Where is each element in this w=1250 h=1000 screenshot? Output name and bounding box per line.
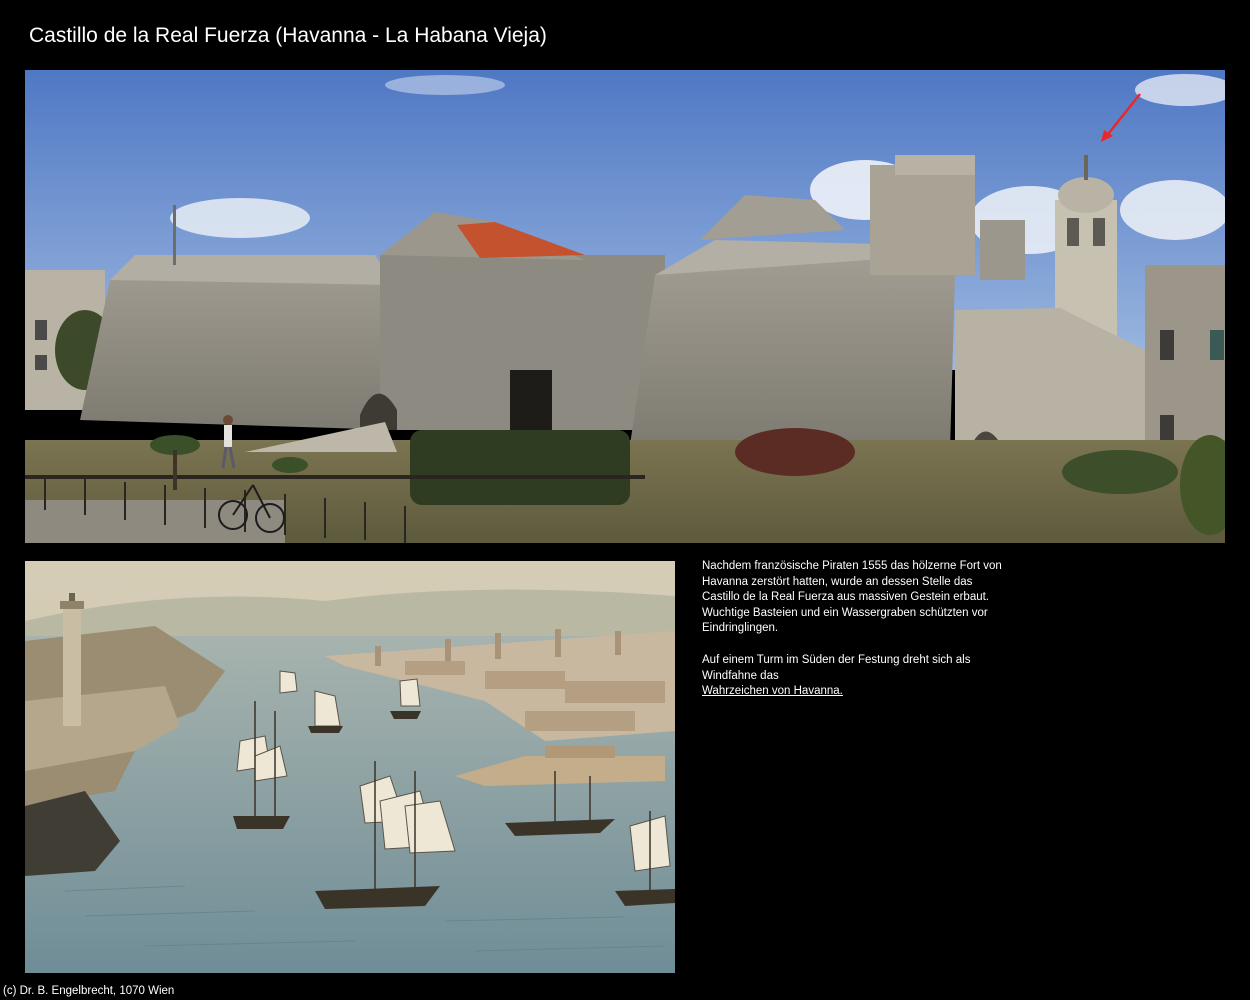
harbour-painting[interactable]: [25, 561, 675, 973]
harbour-painting-illustration: [25, 561, 675, 973]
description-paragraph-2-text: Auf einem Turm im Süden der Festung dreh…: [702, 653, 971, 682]
description-paragraph-1: Nachdem französische Piraten 1555 das hö…: [702, 560, 1002, 635]
description-text: Nachdem französische Piraten 1555 das hö…: [702, 559, 1002, 700]
fortress-photo[interactable]: [25, 70, 1225, 543]
wahrzeichen-link[interactable]: Wahrzeichen von Havanna.: [702, 684, 843, 700]
page-title: Castillo de la Real Fuerza (Havanna - La…: [29, 24, 547, 47]
description-paragraph-2: Auf einem Turm im Süden der Festung dreh…: [702, 653, 1002, 700]
copyright-footer: (c) Dr. B. Engelbrecht, 1070 Wien: [3, 985, 175, 997]
fortress-photo-illustration: [25, 70, 1225, 543]
